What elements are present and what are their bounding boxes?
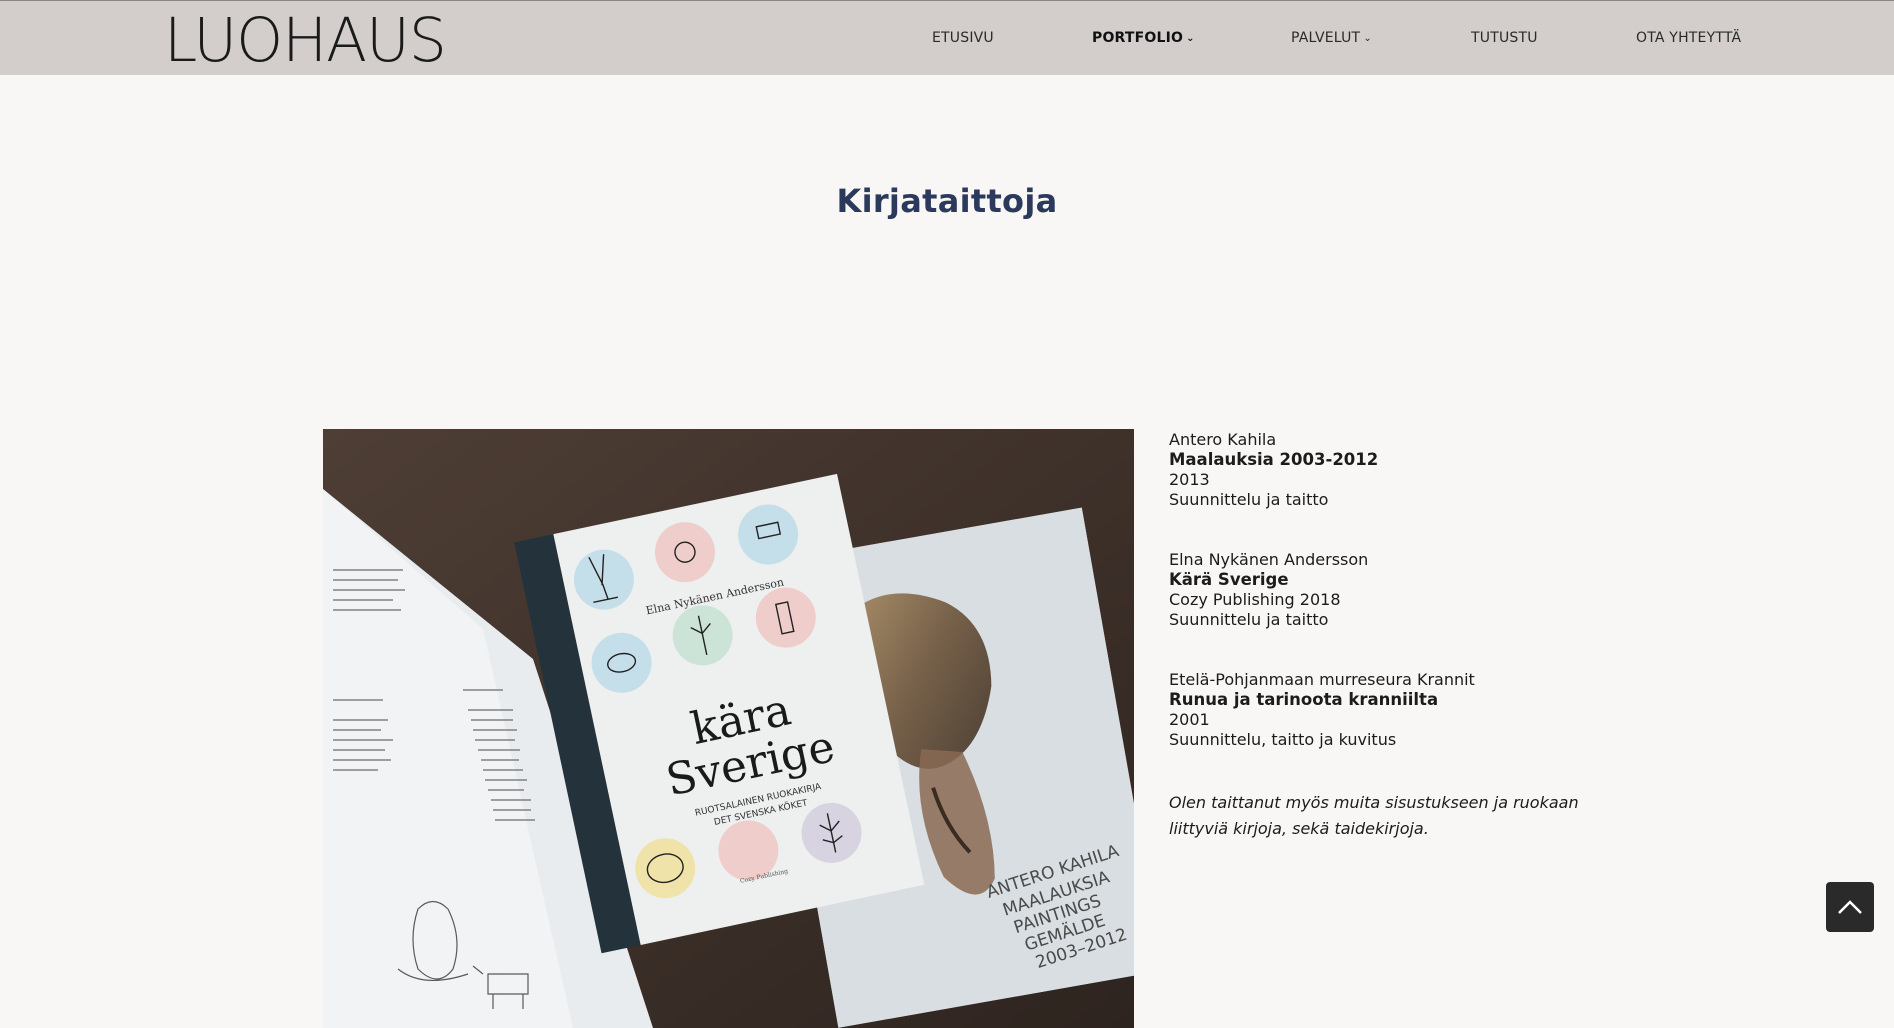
book-entry: Antero Kahila Maalauksia 2003-2012 2013 … [1169,430,1589,510]
book-publisher: Cozy Publishing 2018 [1169,590,1341,609]
books-photo: ANTERO KAHILA MAALAUKSIA PAINTINGS GEMÄL… [323,429,1134,1028]
nav-item-portfolio[interactable]: PORTFOLIO ⌄ [1092,30,1195,46]
main-nav: ETUSIVU PORTFOLIO ⌄ PALVELUT ⌄ TUTUSTU OTA… [0,1,1894,76]
book-title: Runua ja tarinoota kranniilta [1169,690,1439,709]
nav-item-label: ETUSIVU [932,30,994,46]
book-author: Etelä-Pohjanmaan murreseura Krannit [1169,670,1475,689]
site-header: LUOHAUS ETUSIVU PORTFOLIO ⌄ PALVELUT ⌄ TUT… [0,0,1894,75]
book-role: Suunnittelu, taitto ja kuvitus [1169,730,1397,749]
chevron-up-icon [1838,900,1862,914]
book-title: Kärä Sverige [1169,570,1289,589]
book-role: Suunnittelu ja taitto [1169,490,1329,509]
book-publisher: 2001 [1169,710,1210,729]
nav-item-label: OTA YHTEYTTÄ [1636,30,1742,46]
book-entry: Etelä-Pohjanmaan murreseura Krannit Runu… [1169,670,1589,750]
book-role: Suunnittelu ja taitto [1169,610,1329,629]
books-list: Antero Kahila Maalauksia 2003-2012 2013 … [1169,430,1589,842]
book-title: Maalauksia 2003-2012 [1169,450,1379,469]
nav-item-palvelut[interactable]: PALVELUT ⌄ [1291,30,1372,46]
nav-item-label: PORTFOLIO [1092,30,1184,46]
nav-item-label: PALVELUT [1291,30,1361,46]
scroll-to-top-button[interactable] [1826,882,1874,932]
page-title: Kirjataittoja [836,182,1058,220]
nav-item-tutustu[interactable]: TUTUSTU [1471,30,1538,46]
chevron-down-icon: ⌄ [1363,33,1372,44]
book-author: Elna Nykänen Andersson [1169,550,1369,569]
books-note: Olen taittanut myös muita sisustukseen j… [1169,793,1579,838]
nav-item-label: TUTUSTU [1471,30,1538,46]
book-publisher: 2013 [1169,470,1210,489]
nav-item-ota-yhteytta[interactable]: OTA YHTEYTTÄ [1636,30,1741,46]
chevron-down-icon: ⌄ [1186,33,1195,44]
book-entry: Elna Nykänen Andersson Kärä Sverige Cozy… [1169,550,1589,630]
book-author: Antero Kahila [1169,430,1277,449]
nav-item-etusivu[interactable]: ETUSIVU [932,30,994,46]
